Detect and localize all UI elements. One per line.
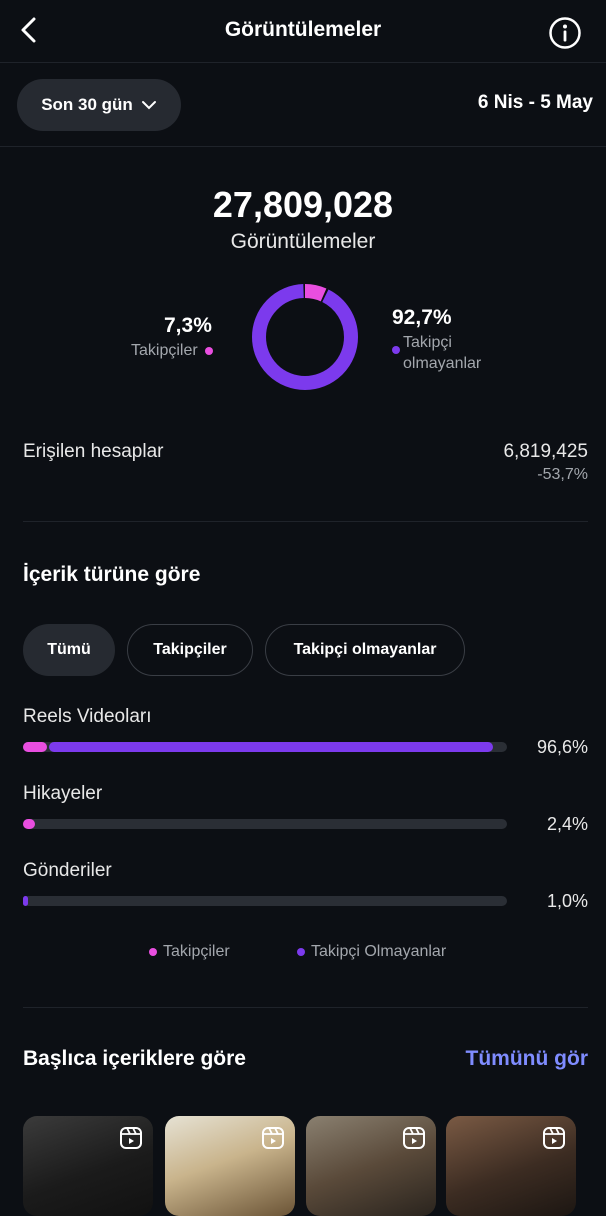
bar-non-followers-posts: [23, 896, 28, 906]
top-content-title: Başlıca içeriklere göre: [23, 1047, 246, 1070]
date-range-text: 6 Nis - 5 May: [477, 92, 593, 113]
bar-track-stories: [23, 819, 507, 829]
non-followers-label-line2: olmayanlar: [403, 355, 482, 372]
content-type-label-stories: Hikayeler: [23, 783, 103, 804]
followers-donut-chart: [252, 284, 358, 390]
followers-pct: 7,3%: [164, 314, 212, 337]
bar-followers-stories: [23, 819, 35, 829]
filter-all[interactable]: Tümü: [23, 624, 115, 676]
legend-followers-label: Takipçiler: [163, 943, 230, 960]
top-content-thumbnail-4[interactable]: [446, 1116, 576, 1216]
legend-non-followers-dot: [297, 947, 305, 956]
divider: [0, 146, 606, 147]
legend-non-followers-label: Takipçi Olmayanlar: [311, 943, 447, 960]
reached-accounts-change: -53,7%: [537, 466, 588, 483]
date-range-label: Son 30 gün: [41, 95, 133, 114]
page-title: Görüntülemeler: [224, 18, 382, 41]
reels-icon: [543, 1127, 565, 1149]
non-followers-pct: 92,7%: [392, 306, 452, 329]
legend-followers-dot: [149, 947, 157, 956]
content-type-label-posts: Gönderiler: [23, 860, 112, 881]
top-content-thumbnail-3[interactable]: [306, 1116, 436, 1216]
chevron-down-icon: [141, 101, 156, 110]
reached-accounts-value: 6,819,425: [503, 441, 588, 462]
followers-dot: [205, 346, 214, 355]
date-range-selector[interactable]: Son 30 gün: [17, 79, 181, 131]
bar-non-followers-reels: [49, 742, 493, 752]
see-all-link[interactable]: Tümünü gör: [466, 1047, 588, 1071]
reels-icon: [120, 1127, 142, 1149]
non-followers-label-line1: Takipçi: [403, 334, 452, 351]
divider: [23, 521, 588, 522]
content-type-label-reels: Reels Videoları: [23, 706, 152, 727]
top-content-thumbnail-1[interactable]: [23, 1116, 153, 1216]
reels-icon: [262, 1127, 284, 1149]
info-icon[interactable]: [548, 16, 582, 50]
total-views: 27,809,028: [212, 184, 394, 225]
donut-segment-non-followers: [252, 284, 358, 390]
divider: [0, 62, 606, 63]
bar-followers-reels: [23, 742, 48, 752]
divider: [23, 1007, 588, 1008]
non-followers-legend: Takipçi olmayanlar: [403, 332, 481, 374]
bar-track-reels: [23, 742, 507, 752]
legend-followers: Takipçiler: [149, 943, 230, 961]
bar-track-posts: [23, 896, 507, 906]
filter-non-followers[interactable]: Takipçi olmayanlar: [265, 624, 465, 676]
content-type-pct-stories: 2,4%: [546, 814, 588, 834]
reached-accounts-label: Erişilen hesaplar: [23, 441, 164, 462]
legend-non-followers: Takipçi Olmayanlar: [297, 943, 446, 961]
content-type-title: İçerik türüne göre: [23, 563, 201, 586]
total-views-label: Görüntülemeler: [230, 230, 376, 253]
followers-legend: Takipçiler: [131, 342, 214, 360]
followers-label: Takipçiler: [131, 342, 198, 359]
reels-icon: [403, 1127, 425, 1149]
filter-followers[interactable]: Takipçiler: [127, 624, 253, 676]
content-type-pct-reels: 96,6%: [536, 737, 588, 757]
non-followers-dot: [392, 346, 400, 354]
top-content-thumbnail-2[interactable]: [165, 1116, 295, 1216]
content-type-pct-posts: 1,0%: [546, 891, 588, 911]
